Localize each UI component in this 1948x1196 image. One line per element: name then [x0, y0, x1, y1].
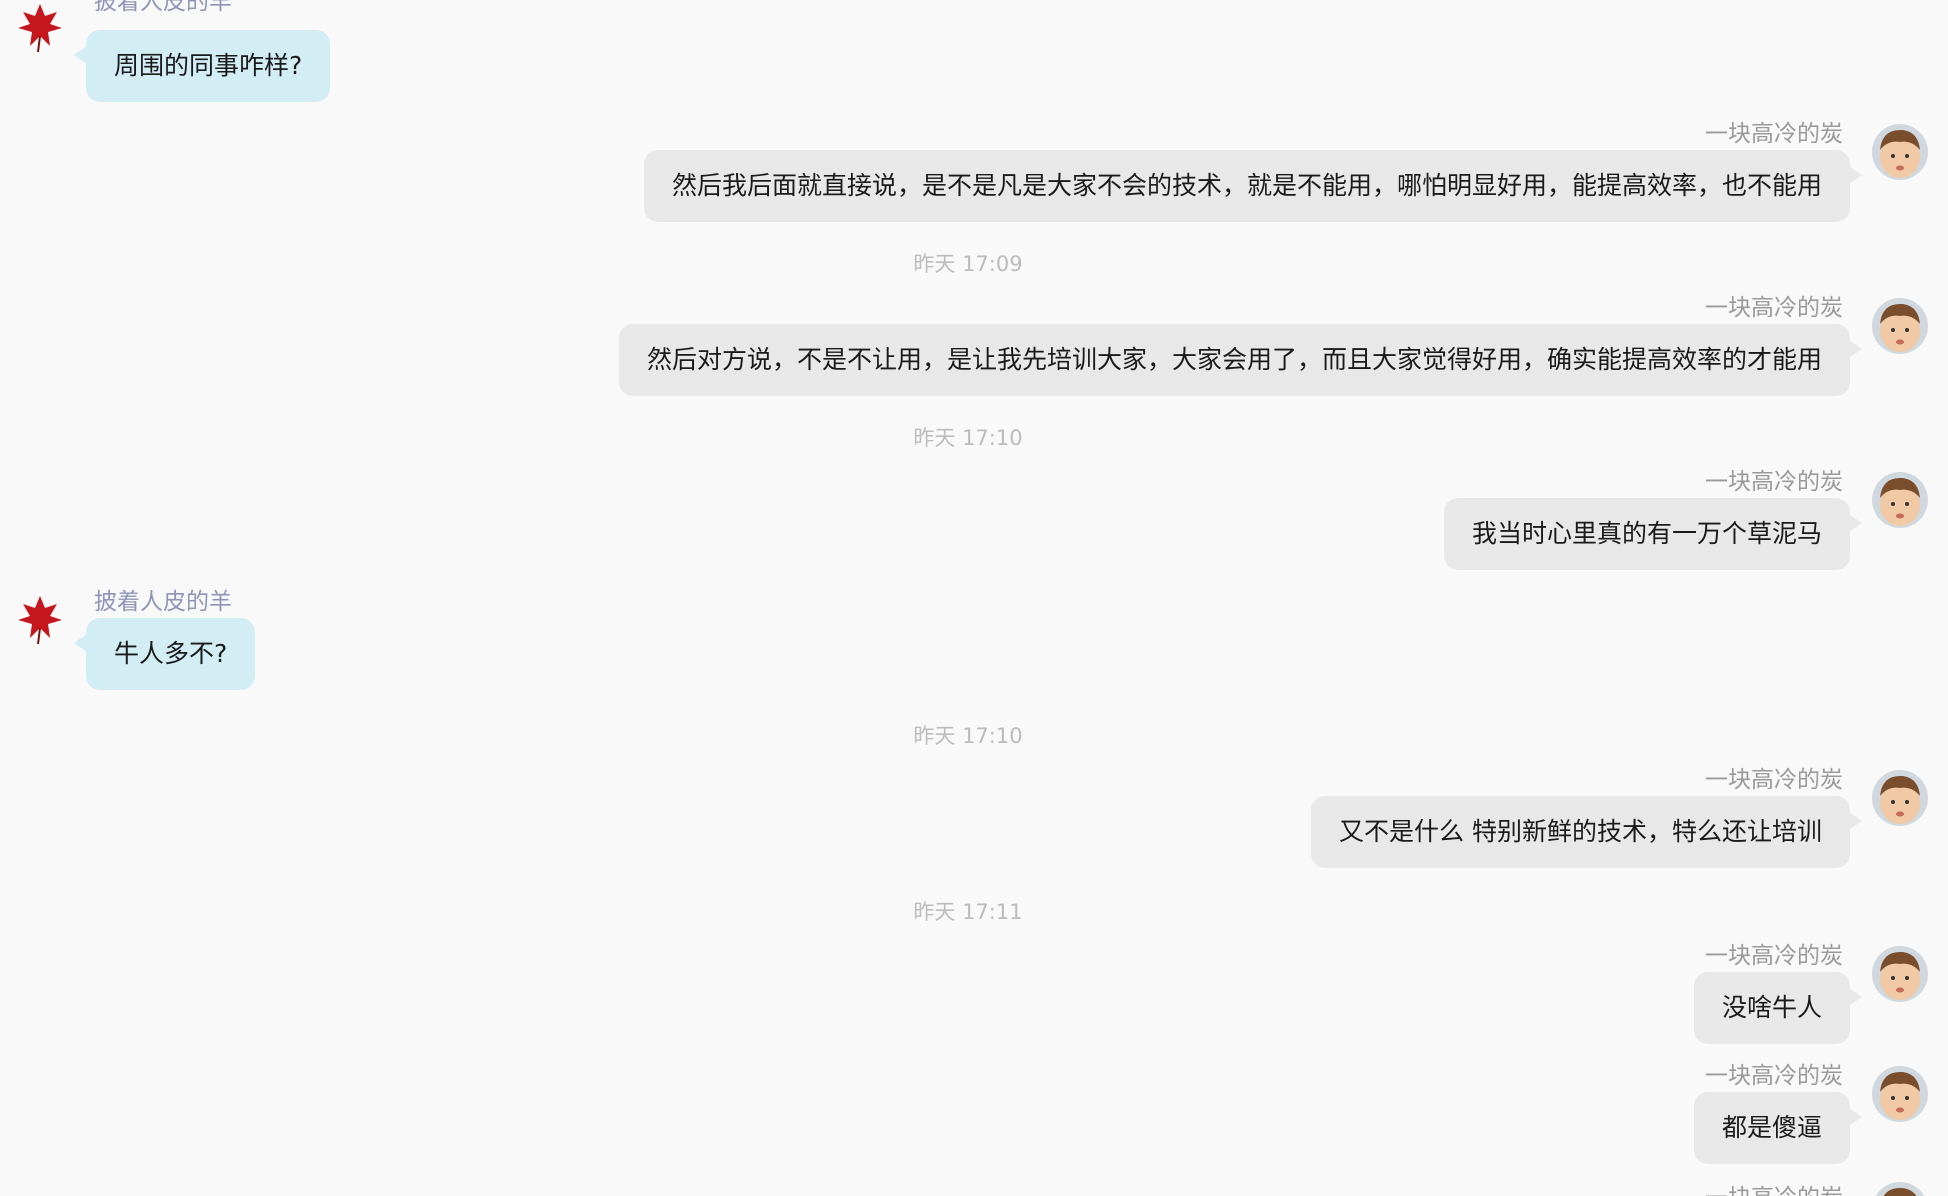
- sender-avatar-child-face-icon[interactable]: [1872, 124, 1928, 180]
- message-bubble[interactable]: 然后我后面就直接说，是不是凡是大家不会的技术，就是不能用，哪怕明显好用，能提高效…: [643, 150, 1863, 222]
- message-outgoing: 一块高冷的炭 然后对方说，不是不让用，是让我先培训大家，大家会用了，而且大家觉得…: [0, 295, 1948, 406]
- message-incoming: 披着人皮的羊 牛人多不?: [0, 589, 1948, 700]
- sender-avatar-child-face-icon[interactable]: [1872, 946, 1928, 1002]
- message-outgoing: 一块高冷的炭 然后我后面就直接说，是不是凡是大家不会的技术，就是不能用，哪怕明显…: [0, 121, 1948, 232]
- sender-name: 一块高冷的炭: [1705, 295, 1843, 321]
- sender-name: 披着人皮的羊: [94, 589, 232, 615]
- sender-avatar-child-face-icon[interactable]: [1872, 472, 1928, 528]
- message-outgoing-partial: 一块高冷的炭: [0, 1182, 1948, 1196]
- message-bubble[interactable]: 牛人多不?: [73, 618, 256, 690]
- sender-avatar-child-face-icon[interactable]: [1872, 298, 1928, 354]
- message-bubble[interactable]: 又不是什么 特别新鲜的技术，特么还让培训: [1311, 796, 1862, 868]
- message-outgoing: 一块高冷的炭 都是傻逼: [0, 1063, 1948, 1174]
- message-bubble[interactable]: 没啥牛人: [1693, 972, 1863, 1044]
- sender-avatar-child-face-icon[interactable]: [1872, 1066, 1928, 1122]
- sender-avatar-red-leaf-icon[interactable]: [12, 0, 68, 54]
- sender-name: 一块高冷的炭: [1705, 1063, 1843, 1089]
- timestamp: 昨天 17:10: [913, 724, 1023, 748]
- sender-name: 一块高冷的炭: [1705, 943, 1843, 969]
- message-bubble[interactable]: 我当时心里真的有一万个草泥马: [1443, 498, 1863, 570]
- sender-name: 一块高冷的炭: [1705, 121, 1843, 147]
- message-incoming: 披着人皮的羊 周围的同事咋样?: [0, 0, 1948, 110]
- message-outgoing: 一块高冷的炭 又不是什么 特别新鲜的技术，特么还让培训: [0, 767, 1948, 878]
- sender-name: 一块高冷的炭: [1705, 1184, 1843, 1196]
- message-outgoing: 一块高冷的炭 没啥牛人: [0, 943, 1948, 1054]
- message-bubble[interactable]: 周围的同事咋样?: [73, 30, 331, 102]
- sender-avatar-child-face-icon[interactable]: [1872, 770, 1928, 826]
- message-bubble[interactable]: 都是傻逼: [1693, 1092, 1863, 1164]
- sender-name: 披着人皮的羊: [94, 0, 232, 15]
- timestamp: 昨天 17:09: [913, 252, 1023, 276]
- message-bubble[interactable]: 然后对方说，不是不让用，是让我先培训大家，大家会用了，而且大家觉得好用，确实能提…: [618, 324, 1863, 396]
- timestamp: 昨天 17:11: [913, 900, 1023, 924]
- sender-name: 一块高冷的炭: [1705, 767, 1843, 793]
- sender-avatar-red-leaf-icon[interactable]: [12, 590, 68, 646]
- sender-avatar-child-face-icon[interactable]: [1872, 1182, 1928, 1196]
- timestamp: 昨天 17:10: [913, 426, 1023, 450]
- chat-message-list[interactable]: 披着人皮的羊 周围的同事咋样? 一块高冷的炭 然后我后面就直接说，是不是凡是大家…: [0, 0, 1948, 1196]
- message-outgoing: 一块高冷的炭 我当时心里真的有一万个草泥马: [0, 469, 1948, 580]
- sender-name: 一块高冷的炭: [1705, 469, 1843, 495]
